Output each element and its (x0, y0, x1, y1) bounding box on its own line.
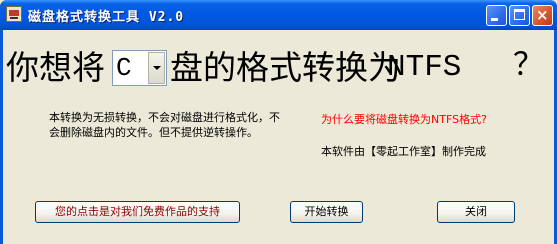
drive-select-value: C (116, 53, 132, 83)
dialog-body: 你想将 C 盘的格式转换为 NTFS ？ 本转换为无损转换，不会对磁盘进行格式化… (3, 30, 554, 244)
chevron-down-icon[interactable] (148, 52, 165, 84)
why-ntfs-link[interactable]: 为什么要将磁盘转换为NTFS格式? (321, 111, 487, 127)
maximize-icon (514, 9, 525, 20)
window-title: 磁盘格式转换工具 V2.0 (28, 10, 185, 25)
app-window: 磁盘格式转换工具 V2.0 × 你想将 C 盘的格式转换为 NTFS ？ 本转换… (0, 0, 557, 244)
credit-text: 本软件由【零起工作室】制作完成 (321, 145, 486, 158)
close-icon: × (536, 6, 549, 24)
headline-ntfs: NTFS (387, 50, 462, 85)
disk-app-icon (6, 6, 22, 22)
minimize-button[interactable] (486, 5, 507, 26)
headline-middle: 盘的格式转换为 (170, 48, 401, 87)
close-button[interactable]: 关闭 (437, 201, 515, 223)
close-window-button[interactable]: × (532, 5, 553, 26)
headline-question-mark: ？ (513, 50, 544, 85)
conversion-description: 本转换为无损转换，不会对磁盘进行格式化，不会删除磁盘内的文件。但不提供逆转操作。 (49, 111, 280, 139)
maximize-button[interactable] (509, 5, 530, 26)
drive-select[interactable]: C (112, 50, 167, 86)
minimize-icon (491, 18, 498, 21)
title-bar[interactable]: 磁盘格式转换工具 V2.0 × (0, 0, 557, 30)
support-button[interactable]: 您的点击是对我们免费作品的支持 (35, 201, 240, 223)
headline-prefix: 你想将 (6, 48, 105, 87)
start-convert-button[interactable]: 开始转换 (290, 201, 363, 223)
